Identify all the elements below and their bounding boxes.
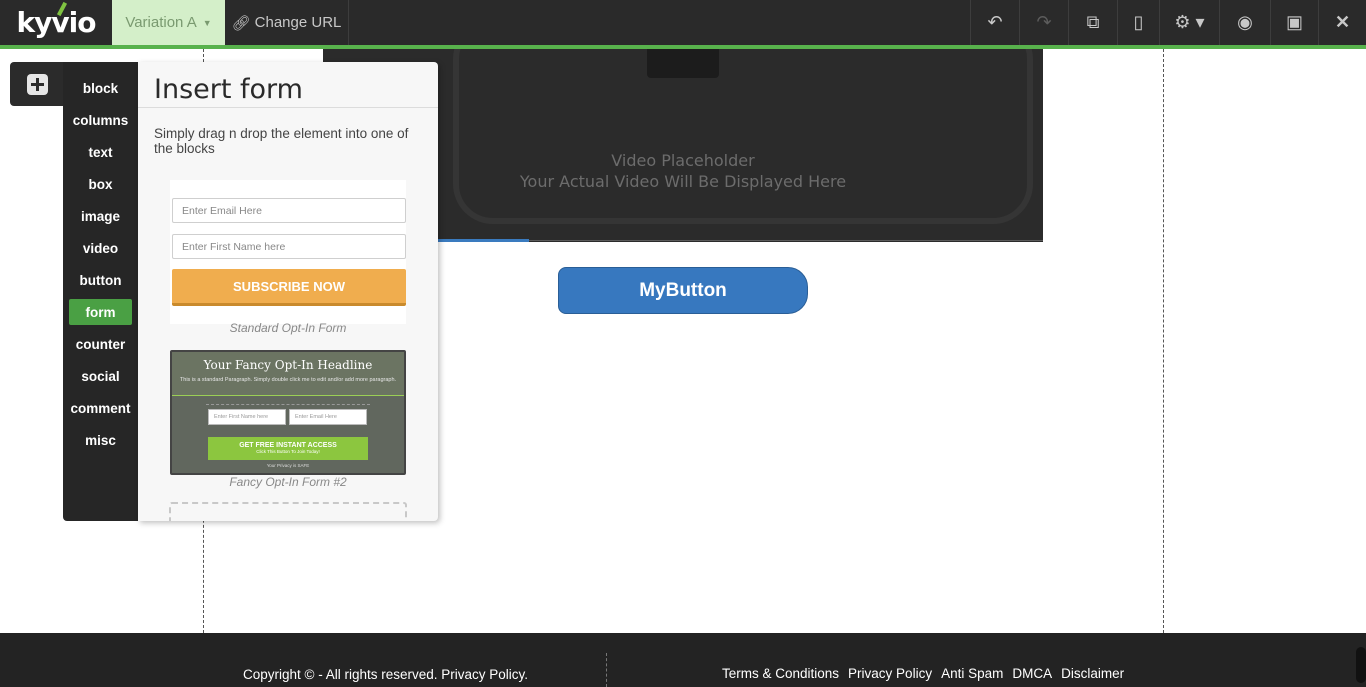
footer-divider (606, 653, 607, 687)
undo-icon: ↶ (987, 12, 1003, 32)
fancy-button-sublabel: Click This Button To Join Today! (256, 449, 320, 454)
kyvio-logo[interactable]: ky v io (0, 0, 112, 45)
fancy-form-caption: Fancy Opt-In Form #2 (229, 475, 347, 489)
fancy-button-label: GET FREE INSTANT ACCESS (239, 442, 337, 449)
fancy-opt-in-form-template[interactable]: Your Fancy Opt-In Headline This is a sta… (170, 350, 406, 475)
duplicate-icon: ⧉ (1086, 12, 1100, 32)
variation-dropdown[interactable]: Variation A ▼ (112, 0, 225, 45)
panel-divider (138, 107, 438, 108)
variation-label: Variation A (125, 14, 197, 31)
fancy-form-headline: Your Fancy Opt-In Headline (203, 358, 373, 372)
email-field-preview: Enter Email Here (172, 198, 406, 223)
settings-gear-icon: ⚙ ▾ (1174, 12, 1205, 32)
play-icon (647, 49, 719, 78)
redo-button[interactable]: ↷ (1019, 0, 1068, 45)
mobile-icon: ▯ (1133, 12, 1144, 32)
subscribe-button-preview: SUBSCRIBE NOW (172, 269, 406, 306)
footer-link-anti-spam[interactable]: Anti Spam (941, 666, 1003, 681)
fancy-privacy-note: Your Privacy is SAFE (266, 463, 310, 468)
category-video[interactable]: video (69, 235, 132, 261)
panel-title: Insert form (154, 74, 303, 105)
undo-button[interactable]: ↶ (970, 0, 1019, 45)
footer-link-dmca[interactable]: DMCA (1012, 666, 1052, 681)
preview-eye-icon: ◉ (1237, 12, 1253, 32)
category-block[interactable]: block (69, 75, 132, 101)
fancy-email-preview: Enter Email Here (289, 409, 367, 425)
fancy-access-button-preview: GET FREE INSTANT ACCESS Click This Butto… (208, 437, 368, 460)
category-columns[interactable]: columns (69, 107, 132, 133)
save-button[interactable]: ▣ (1270, 0, 1318, 45)
panel-description: Simply drag n drop the element into one … (154, 126, 409, 156)
insert-form-panel: Insert form Simply drag n drop the eleme… (138, 62, 438, 521)
footer-link-disclaimer[interactable]: Disclaimer (1061, 666, 1124, 681)
save-icon: ▣ (1285, 12, 1303, 32)
category-form[interactable]: form (69, 299, 132, 325)
fancy-first-name-preview: Enter First Name here (208, 409, 286, 425)
category-comment[interactable]: comment (69, 395, 132, 421)
duplicate-button[interactable]: ⧉ (1068, 0, 1117, 45)
footer-copyright: Copyright © - All rights reserved. Priva… (243, 667, 529, 682)
first-name-field-preview: Enter First Name here (172, 234, 406, 259)
category-box[interactable]: box (69, 171, 132, 197)
standard-opt-in-form-template[interactable]: Enter Email Here Enter First Name here S… (170, 180, 406, 324)
close-button[interactable]: ✕ (1318, 0, 1366, 45)
close-icon: ✕ (1334, 12, 1351, 32)
change-url-label: Change URL (254, 14, 342, 31)
footer-link-privacy[interactable]: Privacy Policy (848, 666, 932, 681)
category-image[interactable]: image (69, 203, 132, 229)
preview-button[interactable]: ◉ (1219, 0, 1270, 45)
redo-icon: ↷ (1036, 12, 1052, 32)
video-progress-track (529, 240, 1043, 241)
standard-form-caption: Standard Opt-In Form (229, 321, 347, 335)
category-misc[interactable]: misc (69, 427, 132, 453)
scrollbar-thumb[interactable] (1356, 647, 1366, 683)
category-social[interactable]: social (69, 363, 132, 389)
add-element-button[interactable] (10, 62, 64, 106)
footer-links: Terms & Conditions Privacy Policy Anti S… (722, 666, 1124, 681)
fancy-form-divider (206, 404, 370, 405)
category-button[interactable]: button (69, 267, 132, 293)
fancy-form-paragraph: This is a standard Paragraph. Simply dou… (179, 377, 397, 383)
right-content-guide (1163, 49, 1164, 633)
chevron-down-icon: ▼ (202, 17, 212, 28)
fancy-form-header: Your Fancy Opt-In Headline This is a sta… (172, 352, 404, 396)
my-button[interactable]: MyButton (558, 267, 808, 314)
element-category-nav: block columns text box image video butto… (63, 62, 138, 521)
category-counter[interactable]: counter (69, 331, 132, 357)
next-form-template-dropzone[interactable] (169, 502, 407, 521)
link-icon: 🔗︎ (231, 14, 251, 32)
page-footer: Copyright © - All rights reserved. Priva… (0, 633, 1366, 687)
top-toolbar: ky v io Variation A ▼ 🔗︎ Change URL ↶ ↷ ⧉ … (0, 0, 1366, 45)
mobile-view-button[interactable]: ▯ (1117, 0, 1159, 45)
settings-button[interactable]: ⚙ ▾ (1159, 0, 1219, 45)
category-text[interactable]: text (69, 139, 132, 165)
change-url-button[interactable]: 🔗︎ Change URL (225, 0, 349, 45)
video-frame (453, 49, 1033, 224)
plus-square-icon (26, 73, 48, 95)
footer-link-terms[interactable]: Terms & Conditions (722, 666, 839, 681)
